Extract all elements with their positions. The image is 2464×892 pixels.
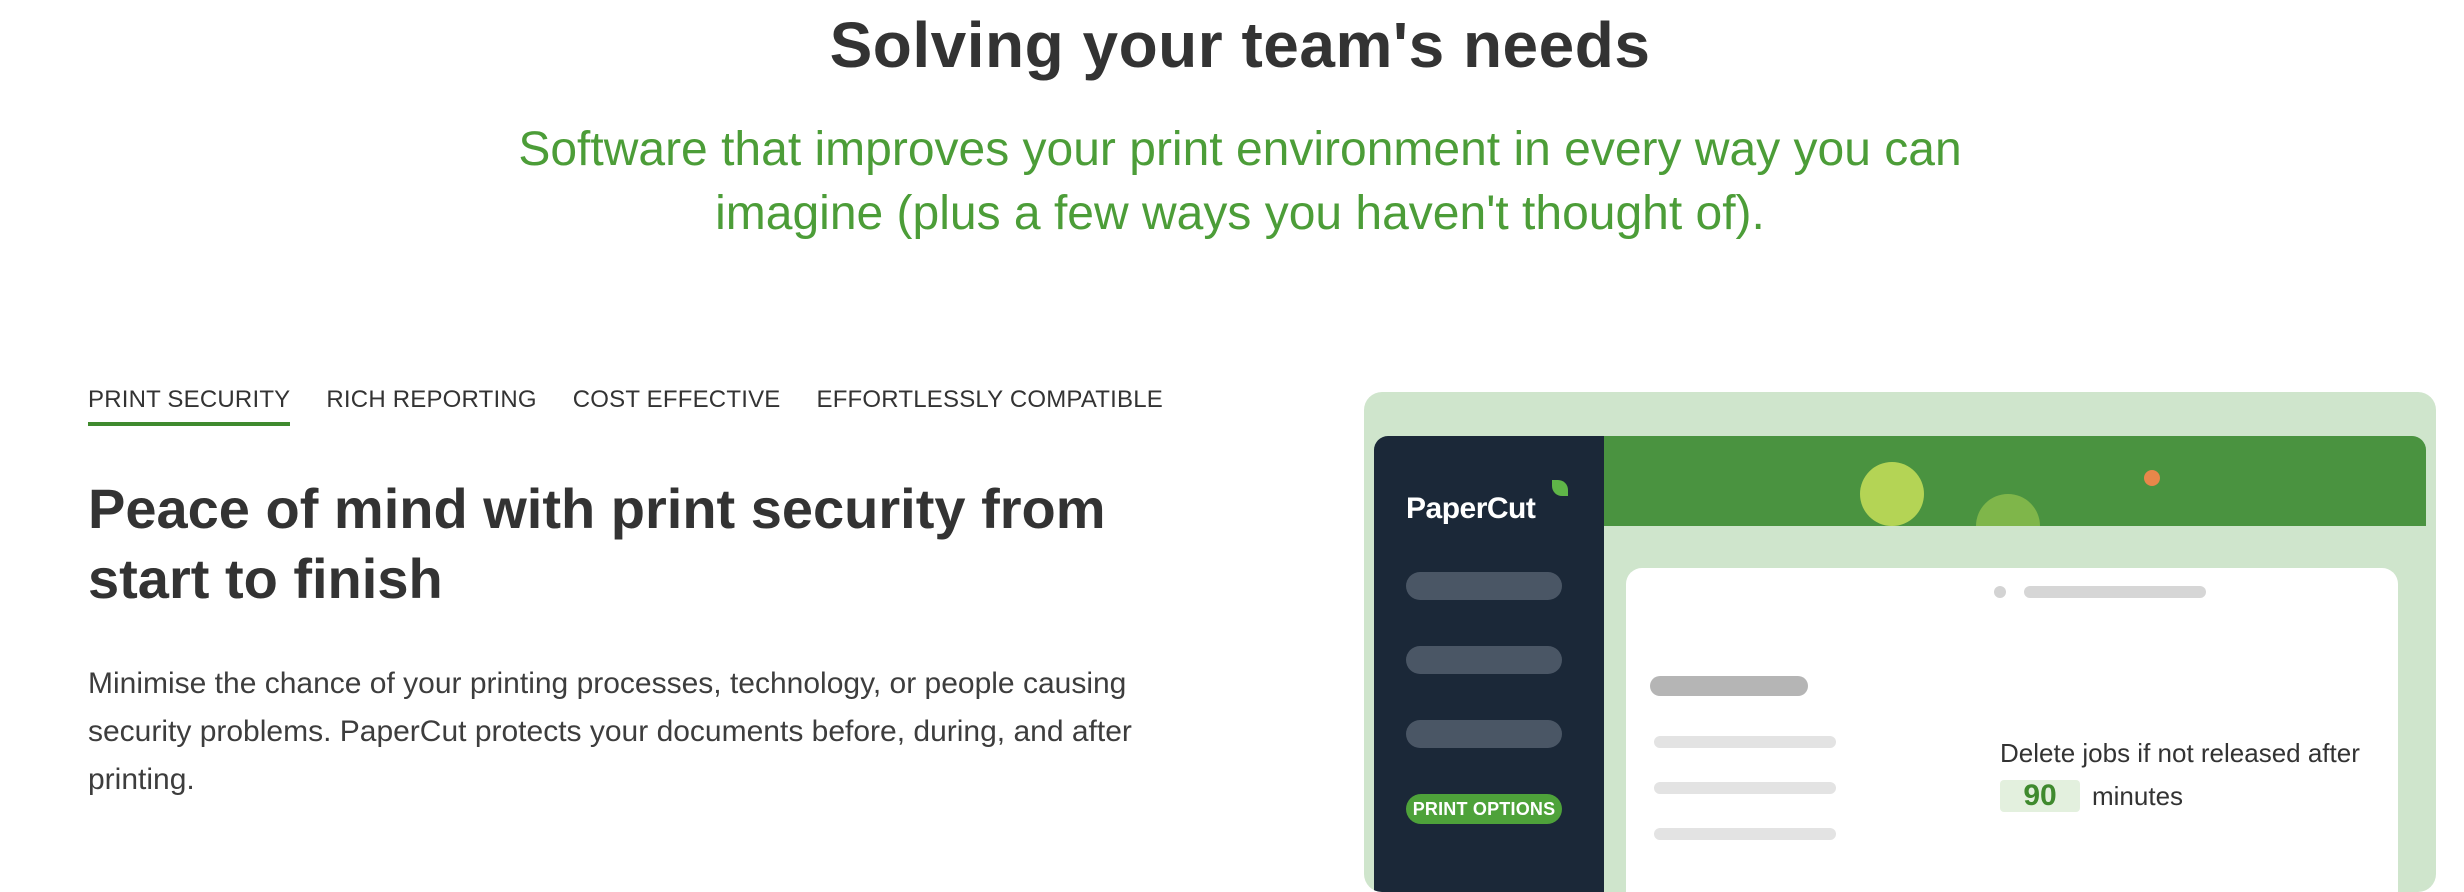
app-topbar (1604, 436, 2426, 526)
minutes-value: 90 (2000, 780, 2080, 812)
app-sidebar: PaperCut PRINT OPTIONS (1374, 436, 1604, 892)
placeholder-line (1654, 828, 1836, 840)
sidebar-placeholder-item (1406, 572, 1562, 600)
decorative-circle (1860, 462, 1924, 526)
decorative-dot (2144, 470, 2160, 486)
section-body: Minimise the chance of your printing pro… (88, 667, 1132, 796)
placeholder-line (1654, 736, 1836, 748)
papercut-logo: PaperCut (1406, 492, 1536, 525)
card-header-bar (2024, 586, 2206, 598)
decorative-circle (1976, 494, 2040, 526)
hero-title: Solving your team's needs (829, 9, 1651, 81)
tab-rich-reporting[interactable]: RICH REPORTING (326, 382, 536, 422)
product-illustration: PaperCut PRINT OPTIONS Delete jobs if no… (1364, 392, 2436, 892)
settings-card: Delete jobs if not released after 90 min… (1626, 568, 2398, 892)
section-title: Peace of mind with print security from s… (88, 477, 1106, 610)
tab-print-security[interactable]: PRINT SECURITY (88, 382, 291, 426)
card-header-dot (1994, 586, 2006, 598)
placeholder-line (1654, 782, 1836, 794)
feature-tabs: PRINT SECURITY RICH REPORTING COST EFFEC… (88, 382, 1163, 430)
tab-cost-effective[interactable]: COST EFFECTIVE (573, 382, 781, 422)
tab-effortlessly-compatible[interactable]: EFFORTLESSLY COMPATIBLE (816, 382, 1162, 422)
sidebar-placeholder-item (1406, 646, 1562, 674)
sidebar-placeholder-item (1406, 720, 1562, 748)
minutes-unit: minutes (2092, 780, 2184, 811)
hero-subtitle: Software that improves your print enviro… (518, 123, 1962, 240)
print-options-badge: PRINT OPTIONS (1406, 794, 1562, 824)
delete-jobs-setting: 90 minutes (2000, 780, 2183, 812)
leaf-icon (1552, 480, 1568, 496)
placeholder-heading (1650, 676, 1808, 696)
delete-jobs-label: Delete jobs if not released after (2000, 738, 2360, 768)
